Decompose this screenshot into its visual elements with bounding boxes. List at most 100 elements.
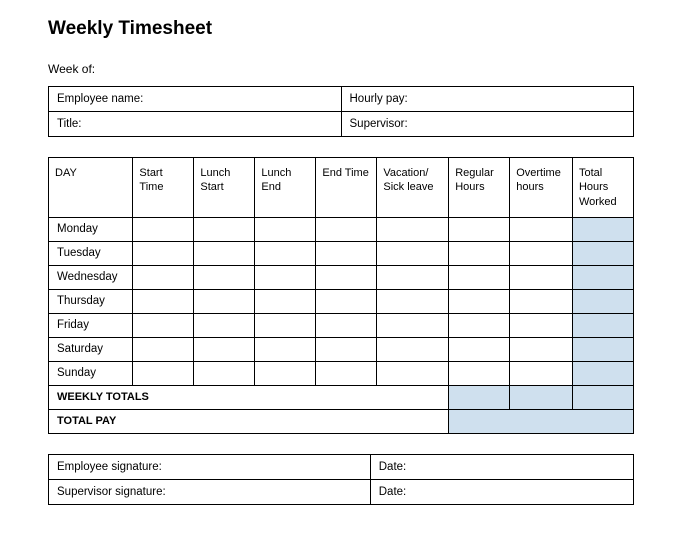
cell-input[interactable]	[316, 289, 377, 313]
cell-input[interactable]	[377, 361, 449, 385]
weekly-regular-total	[449, 385, 510, 409]
cell-total	[572, 265, 633, 289]
cell-input[interactable]	[133, 313, 194, 337]
table-row: Tuesday	[49, 241, 634, 265]
cell-input[interactable]	[449, 265, 510, 289]
day-label: Wednesday	[49, 265, 133, 289]
cell-input[interactable]	[449, 361, 510, 385]
cell-input[interactable]	[377, 241, 449, 265]
table-row: Employee name: Hourly pay:	[49, 87, 634, 112]
cell-input[interactable]	[449, 337, 510, 361]
cell-input[interactable]	[510, 217, 573, 241]
cell-input[interactable]	[377, 337, 449, 361]
cell-input[interactable]	[316, 241, 377, 265]
supervisor-cell[interactable]: Supervisor:	[341, 112, 634, 137]
cell-input[interactable]	[194, 313, 255, 337]
cell-input[interactable]	[316, 337, 377, 361]
title-cell[interactable]: Title:	[49, 112, 342, 137]
weekly-total-hours	[572, 385, 633, 409]
cell-total	[572, 217, 633, 241]
cell-input[interactable]	[377, 313, 449, 337]
cell-input[interactable]	[316, 217, 377, 241]
col-start-time: Start Time	[133, 158, 194, 218]
day-label: Thursday	[49, 289, 133, 313]
cell-input[interactable]	[194, 361, 255, 385]
cell-input[interactable]	[255, 337, 316, 361]
cell-input[interactable]	[449, 289, 510, 313]
timesheet-table: DAY Start Time Lunch Start Lunch End End…	[48, 157, 634, 434]
cell-input[interactable]	[133, 241, 194, 265]
supervisor-signature-cell[interactable]: Supervisor signature:	[49, 479, 371, 504]
table-header-row: DAY Start Time Lunch Start Lunch End End…	[49, 158, 634, 218]
cell-input[interactable]	[449, 313, 510, 337]
total-pay-row: TOTAL PAY	[49, 409, 634, 433]
table-row: Wednesday	[49, 265, 634, 289]
cell-input[interactable]	[255, 361, 316, 385]
employee-signature-cell[interactable]: Employee signature:	[49, 454, 371, 479]
cell-total	[572, 337, 633, 361]
cell-total	[572, 361, 633, 385]
cell-input[interactable]	[510, 337, 573, 361]
col-vacation-sick: Vacation/ Sick leave	[377, 158, 449, 218]
table-row: Saturday	[49, 337, 634, 361]
day-label: Friday	[49, 313, 133, 337]
cell-input[interactable]	[377, 289, 449, 313]
day-label: Saturday	[49, 337, 133, 361]
cell-input[interactable]	[510, 289, 573, 313]
cell-input[interactable]	[194, 217, 255, 241]
table-row: Thursday	[49, 289, 634, 313]
cell-input[interactable]	[449, 241, 510, 265]
cell-input[interactable]	[133, 289, 194, 313]
cell-input[interactable]	[510, 265, 573, 289]
day-label: Tuesday	[49, 241, 133, 265]
day-label: Monday	[49, 217, 133, 241]
table-row: Supervisor signature: Date:	[49, 479, 634, 504]
col-regular-hours: Regular Hours	[449, 158, 510, 218]
col-end-time: End Time	[316, 158, 377, 218]
cell-input[interactable]	[255, 217, 316, 241]
table-row: Employee signature: Date:	[49, 454, 634, 479]
employee-info-table: Employee name: Hourly pay: Title: Superv…	[48, 86, 634, 137]
cell-input[interactable]	[194, 289, 255, 313]
cell-input[interactable]	[255, 313, 316, 337]
cell-input[interactable]	[133, 265, 194, 289]
cell-input[interactable]	[377, 265, 449, 289]
table-row: Sunday	[49, 361, 634, 385]
cell-input[interactable]	[194, 265, 255, 289]
day-label: Sunday	[49, 361, 133, 385]
cell-input[interactable]	[510, 241, 573, 265]
cell-input[interactable]	[316, 265, 377, 289]
cell-input[interactable]	[194, 337, 255, 361]
table-row: Title: Supervisor:	[49, 112, 634, 137]
cell-total	[572, 241, 633, 265]
cell-input[interactable]	[133, 361, 194, 385]
cell-input[interactable]	[377, 217, 449, 241]
weekly-totals-row: WEEKLY TOTALS	[49, 385, 634, 409]
cell-input[interactable]	[133, 337, 194, 361]
weekly-totals-label: WEEKLY TOTALS	[49, 385, 449, 409]
cell-input[interactable]	[255, 265, 316, 289]
table-row: Monday	[49, 217, 634, 241]
cell-input[interactable]	[133, 217, 194, 241]
col-lunch-end: Lunch End	[255, 158, 316, 218]
col-day: DAY	[49, 158, 133, 218]
total-pay-value	[449, 409, 634, 433]
col-lunch-start: Lunch Start	[194, 158, 255, 218]
total-pay-label: TOTAL PAY	[49, 409, 449, 433]
cell-input[interactable]	[255, 241, 316, 265]
employee-date-cell[interactable]: Date:	[370, 454, 633, 479]
cell-input[interactable]	[316, 313, 377, 337]
cell-input[interactable]	[194, 241, 255, 265]
cell-input[interactable]	[449, 217, 510, 241]
cell-input[interactable]	[316, 361, 377, 385]
col-total-hours: Total Hours Worked	[572, 158, 633, 218]
hourly-pay-cell[interactable]: Hourly pay:	[341, 87, 634, 112]
cell-total	[572, 313, 633, 337]
weekly-overtime-total	[510, 385, 573, 409]
employee-name-cell[interactable]: Employee name:	[49, 87, 342, 112]
cell-input[interactable]	[510, 361, 573, 385]
supervisor-date-cell[interactable]: Date:	[370, 479, 633, 504]
week-of-label: Week of:	[48, 62, 634, 76]
cell-input[interactable]	[255, 289, 316, 313]
cell-input[interactable]	[510, 313, 573, 337]
